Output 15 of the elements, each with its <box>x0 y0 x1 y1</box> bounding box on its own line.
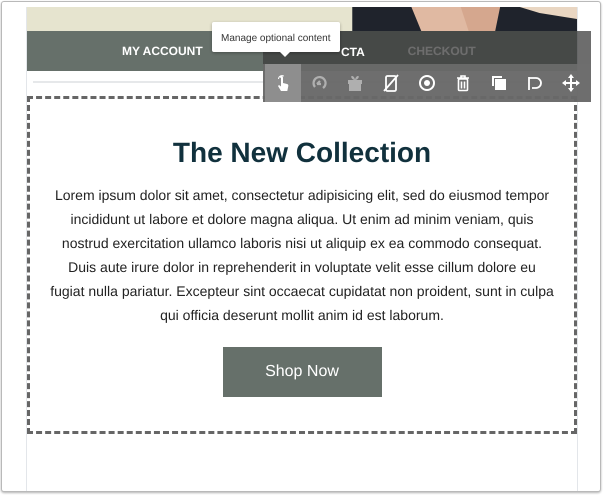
section-title: The New Collection <box>172 137 432 169</box>
mobile-off-icon <box>382 74 400 92</box>
tooltip-text: Manage optional content <box>221 33 331 44</box>
redo-icon <box>310 74 328 92</box>
target-icon <box>418 74 436 92</box>
gift-icon <box>346 74 364 92</box>
toolbar-label: CTA <box>341 45 365 59</box>
body-text: Lorem ipsum dolor sit amet, consectetur adipisicing elit, sed do eiusmod tempor incididunt ut labore et dolore magna aliqua. Ut enim ad minim veniam, quis nostrud exercitation ullamco laboris nisi ut aliquip ex ea commodo consequat. Duis aute irure dolor in reprehenderit in voluptate velit esse cillum dolore eu fugiat nulla pariatur. Excepteur sint occaecat cupidatat non proident, sunt in culpa qui officia deserunt mollit anim id est laborum. <box>49 186 555 325</box>
trash-icon <box>454 74 472 92</box>
undo-icon <box>526 74 544 92</box>
nav-link[interactable]: MY ACCOUNT <box>122 44 203 58</box>
toolbar-button[interactable] <box>265 64 301 102</box>
copy-icon <box>490 74 508 92</box>
move-icon <box>562 74 580 92</box>
shop-now-button[interactable]: Shop Now <box>222 347 382 397</box>
